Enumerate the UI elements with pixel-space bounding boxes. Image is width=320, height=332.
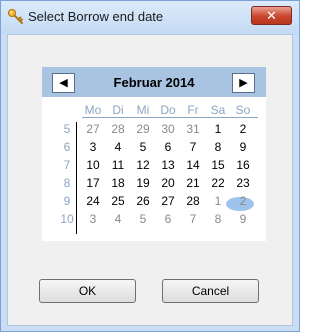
weekday-label: Do — [160, 103, 176, 117]
day-cell[interactable]: 16 — [232, 156, 254, 174]
day-cell[interactable]: 14 — [182, 156, 204, 174]
day-cell[interactable]: 31 — [182, 120, 204, 138]
day-cell[interactable]: 7 — [182, 210, 204, 228]
day-cell[interactable]: 26 — [132, 192, 154, 210]
week-number: 8 — [63, 176, 71, 190]
dialog-title: Select Borrow end date — [28, 9, 164, 24]
week-number-divider — [76, 122, 77, 234]
day-cell[interactable]: 4 — [107, 138, 129, 156]
ok-button[interactable]: OK — [39, 279, 136, 303]
weekday-divider — [82, 117, 258, 118]
day-cell[interactable]: 10 — [82, 156, 104, 174]
day-cell[interactable]: 11 — [107, 156, 129, 174]
day-cell[interactable]: 1 — [207, 120, 229, 138]
day-cell[interactable]: 2 — [232, 192, 254, 210]
day-cell[interactable]: 1 — [207, 192, 229, 210]
day-cell[interactable]: 17 — [82, 174, 104, 192]
week-number: 6 — [63, 140, 71, 154]
weekday-label: So — [235, 103, 251, 117]
day-cell[interactable]: 4 — [107, 210, 129, 228]
day-cell[interactable]: 27 — [157, 192, 179, 210]
day-cell[interactable]: 15 — [207, 156, 229, 174]
day-cell[interactable]: 20 — [157, 174, 179, 192]
day-cell[interactable]: 6 — [157, 210, 179, 228]
week-number: 5 — [63, 122, 71, 136]
week-number: 9 — [63, 194, 71, 208]
day-cell[interactable]: 7 — [182, 138, 204, 156]
day-cell[interactable]: 9 — [232, 138, 254, 156]
weekday-label: Sa — [210, 103, 226, 117]
title-bar[interactable]: Select Borrow end date ✕ — [1, 1, 299, 35]
day-cell[interactable]: 5 — [132, 210, 154, 228]
day-cell[interactable]: 13 — [157, 156, 179, 174]
day-cell[interactable]: 3 — [82, 210, 104, 228]
day-cell[interactable]: 12 — [132, 156, 154, 174]
day-cell[interactable]: 28 — [107, 120, 129, 138]
arrow-right-icon: ▶ — [239, 77, 248, 89]
day-cell[interactable]: 23 — [232, 174, 254, 192]
close-icon: ✕ — [266, 8, 277, 23]
day-cell[interactable]: 30 — [157, 120, 179, 138]
next-month-button[interactable]: ▶ — [232, 73, 255, 93]
calendar-header: ◀ Februar 2014 ▶ — [42, 67, 266, 97]
week-number: 10 — [60, 212, 74, 226]
key-icon — [7, 8, 23, 24]
day-cell[interactable]: 6 — [157, 138, 179, 156]
day-cell[interactable]: 27 — [82, 120, 104, 138]
day-cell[interactable]: 3 — [82, 138, 104, 156]
day-cell[interactable]: 24 — [82, 192, 104, 210]
day-cell[interactable]: 9 — [232, 210, 254, 228]
weekday-label: Mo — [84, 103, 102, 117]
cancel-button[interactable]: Cancel — [162, 279, 259, 303]
day-cell[interactable]: 5 — [132, 138, 154, 156]
week-number: 7 — [63, 158, 71, 172]
day-cell[interactable]: 22 — [207, 174, 229, 192]
weekday-label: Di — [112, 103, 124, 117]
day-cell[interactable]: 25 — [107, 192, 129, 210]
weekday-label: Fr — [187, 103, 199, 117]
day-cell[interactable]: 28 — [182, 192, 204, 210]
day-cell[interactable]: 18 — [107, 174, 129, 192]
day-cell[interactable]: 8 — [207, 138, 229, 156]
day-cell[interactable]: 8 — [207, 210, 229, 228]
weekday-label: Mi — [136, 103, 150, 117]
month-calendar[interactable]: ◀ Februar 2014 ▶ Mo Di Mi Do Fr Sa So 5 … — [42, 67, 266, 241]
day-cell[interactable]: 2 — [232, 120, 254, 138]
close-button[interactable]: ✕ — [251, 6, 292, 25]
day-cell-today[interactable]: 21 — [182, 174, 204, 192]
day-cell[interactable]: 29 — [132, 120, 154, 138]
day-cell[interactable]: 19 — [132, 174, 154, 192]
